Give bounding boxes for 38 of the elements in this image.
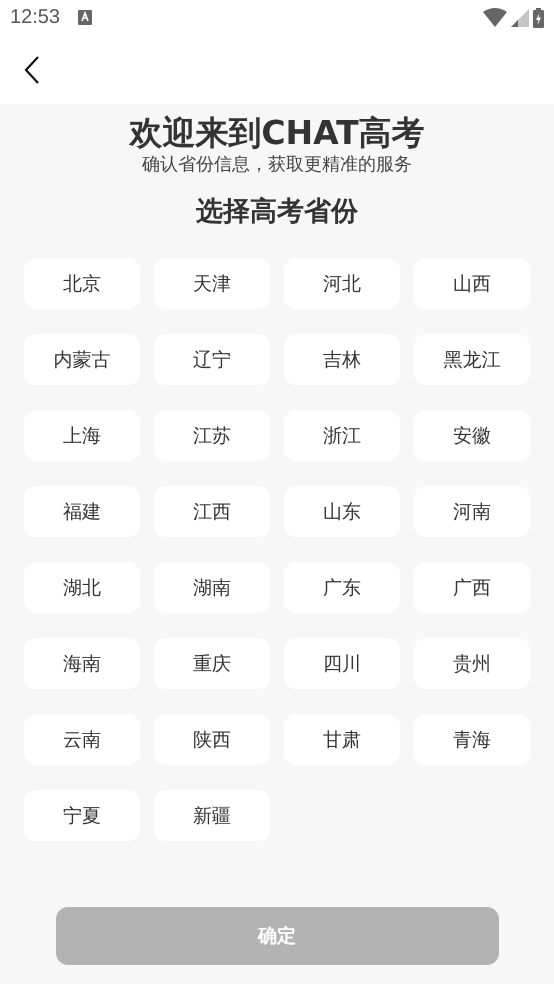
province-option[interactable]: 内蒙古 — [24, 334, 140, 385]
province-option[interactable]: 湖南 — [154, 562, 270, 613]
province-option[interactable]: 云南 — [24, 714, 140, 765]
province-option[interactable]: 四川 — [284, 638, 400, 689]
section-heading: 选择高考省份 — [196, 195, 358, 229]
province-option[interactable]: 山东 — [284, 486, 400, 537]
welcome-title: 欢迎来到CHAT高考 — [129, 112, 425, 154]
province-option[interactable]: 广西 — [414, 562, 530, 613]
province-option[interactable]: 贵州 — [414, 638, 530, 689]
subtitle: 确认省份信息，获取更精准的服务 — [142, 153, 412, 177]
province-option[interactable]: 新疆 — [154, 790, 270, 841]
province-option[interactable]: 甘肃 — [284, 714, 400, 765]
province-option[interactable]: 安徽 — [414, 410, 530, 461]
province-option[interactable]: 北京 — [24, 258, 140, 309]
province-option[interactable]: 陕西 — [154, 714, 270, 765]
province-option[interactable]: 青海 — [414, 714, 530, 765]
province-option[interactable]: 江西 — [154, 486, 270, 537]
province-option[interactable]: 河南 — [414, 486, 530, 537]
battery-icon — [533, 8, 544, 28]
province-option[interactable]: 广东 — [284, 562, 400, 613]
signal-icon — [511, 8, 529, 26]
province-option[interactable]: 天津 — [154, 258, 270, 309]
province-option[interactable]: 吉林 — [284, 334, 400, 385]
keyboard-icon — [78, 10, 92, 25]
province-option[interactable]: 上海 — [24, 410, 140, 461]
wifi-icon — [483, 8, 507, 27]
province-option[interactable]: 浙江 — [284, 410, 400, 461]
province-option[interactable]: 黑龙江 — [414, 334, 530, 385]
province-option[interactable]: 江苏 — [154, 410, 270, 461]
province-option[interactable]: 湖北 — [24, 562, 140, 613]
province-option[interactable]: 河北 — [284, 258, 400, 309]
province-option[interactable]: 重庆 — [154, 638, 270, 689]
province-option[interactable]: 宁夏 — [24, 790, 140, 841]
status-time: 12:53 — [10, 6, 60, 29]
province-option[interactable]: 山西 — [414, 258, 530, 309]
province-option[interactable]: 福建 — [24, 486, 140, 537]
province-option[interactable]: 辽宁 — [154, 334, 270, 385]
province-option[interactable]: 海南 — [24, 638, 140, 689]
